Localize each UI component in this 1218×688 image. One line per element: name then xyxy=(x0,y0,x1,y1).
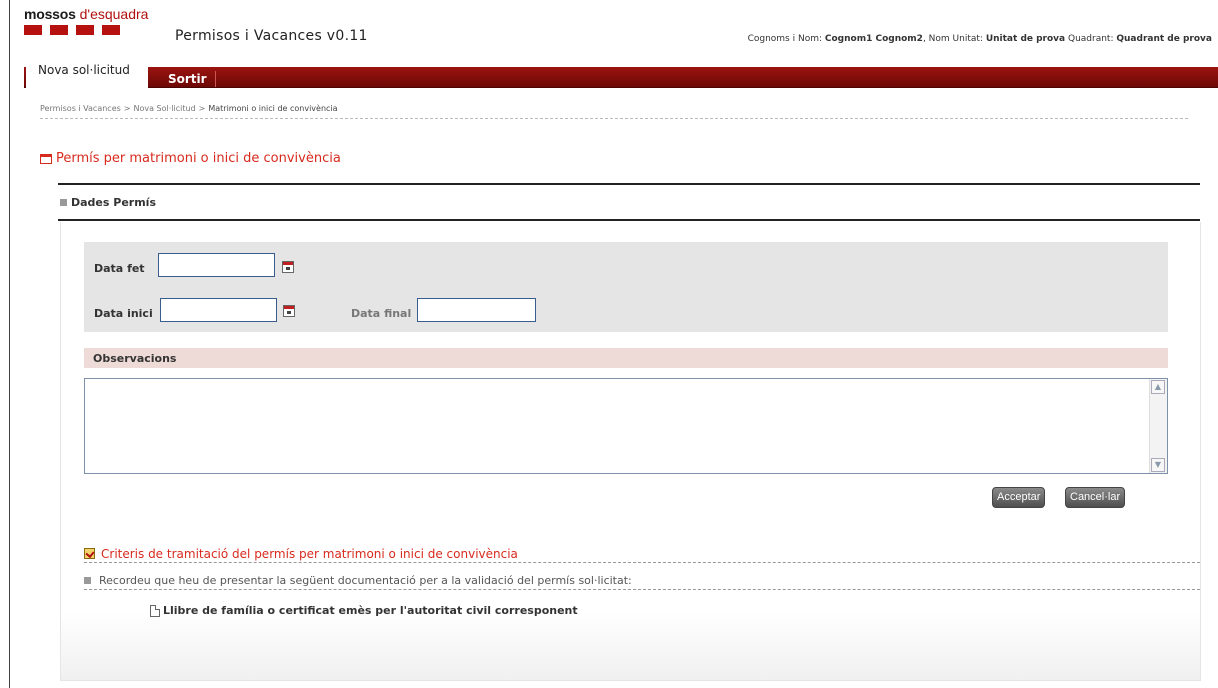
breadcrumb-item-nova[interactable]: Nova Sol·licitud xyxy=(133,104,195,113)
mossos-logo: mossos d'esquadra xyxy=(24,6,148,35)
logo-square xyxy=(102,25,120,35)
user-info: Cognoms i Nom: Cognom1 Cognom2, Nom Unit… xyxy=(748,34,1212,44)
quadrant-label: Quadrant: xyxy=(1068,34,1114,44)
data-inici-input[interactable] xyxy=(160,298,277,322)
logo-sub: d'esquadra xyxy=(79,6,149,22)
documentation-note-text: Recordeu que heu de presentar la següent… xyxy=(99,574,632,587)
data-final-label: Data final xyxy=(351,307,412,320)
observacions-header: Observacions xyxy=(84,348,1168,368)
section-heading-text: Dades Permís xyxy=(71,196,156,209)
file-icon xyxy=(150,604,160,617)
page-title: Permís per matrimoni o inici de convivèn… xyxy=(40,151,341,166)
textarea-scrollbar[interactable]: ▲ ▼ xyxy=(1149,379,1167,473)
section-divider-top xyxy=(58,183,1200,185)
logo-square xyxy=(24,25,42,35)
user-name: Cognom1 Cognom2 xyxy=(824,34,923,44)
section-divider-bottom xyxy=(58,219,1200,221)
data-fet-label: Data fet xyxy=(94,262,145,275)
tab-sortir[interactable]: Sortir xyxy=(160,71,216,87)
unit-label: , Nom Unitat: xyxy=(922,34,983,44)
section-heading: Dades Permís xyxy=(60,196,156,209)
required-document-item: Llibre de família o certificat emès per … xyxy=(150,604,578,617)
app-title: Permisos i Vacances v0.11 xyxy=(175,28,368,44)
scroll-down-icon[interactable]: ▼ xyxy=(1151,458,1165,472)
breadcrumb-separator: > xyxy=(198,104,206,113)
criteria-title: Criteris de tramitació del permís per ma… xyxy=(101,546,518,561)
breadcrumb-item-current: Matrimoni o inici de convivència xyxy=(208,104,338,113)
logo-square xyxy=(76,25,94,35)
criteria-heading: Criteris de tramitació del permís per ma… xyxy=(84,545,1200,563)
user-name-label: Cognoms i Nom: xyxy=(747,34,823,44)
observacions-textarea[interactable] xyxy=(84,378,1168,474)
document-window-icon xyxy=(40,153,52,164)
tab-nova-sollicitud[interactable]: Nova sol·licitud xyxy=(26,58,148,88)
logo-text: mossos d'esquadra xyxy=(24,6,148,22)
data-fet-input[interactable] xyxy=(158,253,275,277)
breadcrumb: Permisos i Vacances > Nova Sol·licitud > Mat… xyxy=(40,104,1188,119)
page-title-text: Permís per matrimoni o inici de convivèn… xyxy=(56,151,341,166)
unit-name: Unitat de prova xyxy=(985,34,1066,44)
required-document-text: Llibre de família o certificat emès per … xyxy=(163,604,578,617)
data-final-input[interactable] xyxy=(417,298,536,322)
bullet-square-icon xyxy=(60,199,67,206)
breadcrumb-item-home[interactable]: Permisos i Vacances xyxy=(40,104,121,113)
breadcrumb-separator: > xyxy=(123,104,131,113)
logo-squares xyxy=(24,25,148,35)
data-inici-label: Data inici xyxy=(94,307,153,320)
logo-brand: mossos xyxy=(24,6,76,22)
calendar-icon[interactable] xyxy=(283,305,295,317)
documentation-note: Recordeu que heu de presentar la següent… xyxy=(84,572,1200,590)
bullet-square-icon xyxy=(84,577,91,584)
cancel-button[interactable]: Cancel·lar xyxy=(1065,487,1126,508)
logo-square xyxy=(50,25,68,35)
scroll-up-icon[interactable]: ▲ xyxy=(1151,380,1165,394)
accept-button[interactable]: Acceptar xyxy=(992,487,1046,508)
calendar-icon[interactable] xyxy=(282,261,294,273)
page-left-border xyxy=(9,0,10,688)
checklist-icon xyxy=(84,548,95,559)
quadrant-name: Quadrant de prova xyxy=(1116,34,1212,44)
